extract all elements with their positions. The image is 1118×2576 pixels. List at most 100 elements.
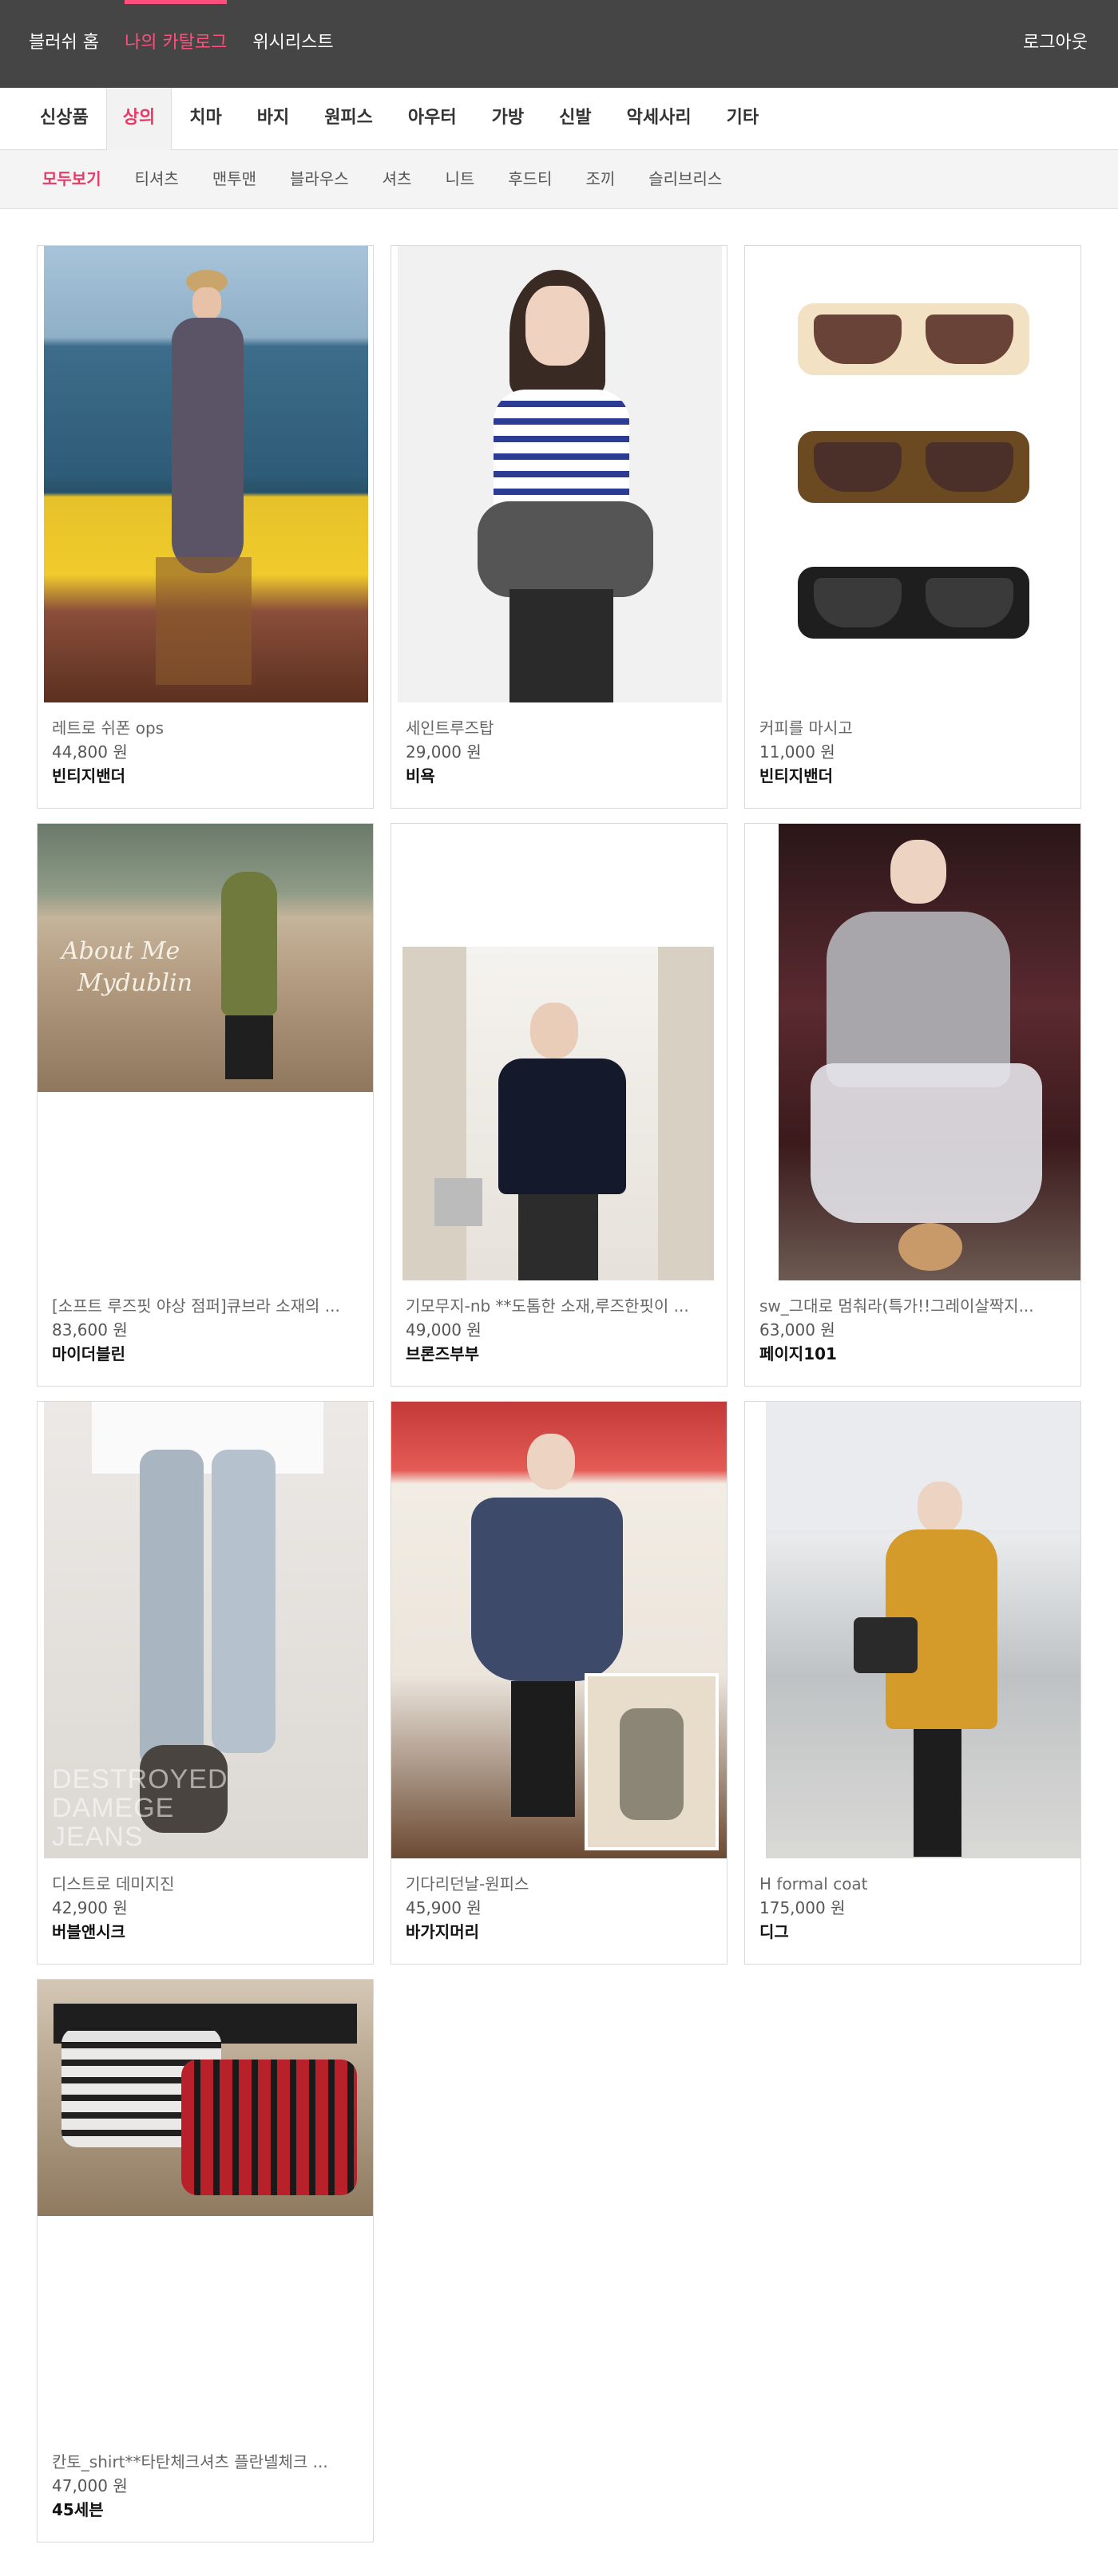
product-price: 44,800 원 [52,742,128,762]
jeans-leg-shape [140,1450,204,1769]
category-bar: 신상품 상의 치마 바지 원피스 아우터 가방 신발 악세사리 기타 [0,88,1118,150]
product-name[interactable]: 디스트로 데미지진 [52,1872,363,1896]
product-name[interactable]: 칸토_shirt**타탄체크셔츠 플란넬체크 ... [52,2450,363,2474]
product-card[interactable]: 기다리던날-원피스 45,900 원 바가지머리 [391,1401,727,1965]
shirt-shape [92,1402,323,1474]
product-shop[interactable]: 비욕 [406,764,717,788]
nav-my-catalog-link[interactable]: 나의 카탈로그 [124,0,228,88]
product-card[interactable]: 세인트루즈탑 29,000 원 비욕 [391,245,727,809]
jacket-shape [221,872,277,1015]
product-image[interactable] [44,246,368,702]
product-shop[interactable]: 빈티지밴더 [52,764,363,788]
dress-shape [471,1498,623,1681]
inset-photo [585,1673,719,1850]
sunglasses-black [798,567,1029,639]
face-shape [525,286,589,366]
product-card[interactable]: 칸토_shirt**타탄체크셔츠 플란넬체크 ... 47,000 원 45세븐 [37,1979,374,2542]
product-card[interactable]: 기모무지-nb **도톰한 소재,루즈한핏이 ... 49,000 원 브론즈부… [391,823,727,1387]
coffee-cup-shape [898,1223,962,1271]
top-navigation-bar: 블러쉬 홈 나의 카탈로그 위시리스트 로그아웃 [0,0,1118,88]
product-card[interactable]: 레트로 쉬폰 ops 44,800 원 빈티지밴더 [37,245,374,809]
curtain-shape [658,947,714,1280]
product-card[interactable]: About Me Mydublin [소프트 루즈핏 야상 점퍼]큐브라 소재의… [37,823,374,1387]
legs-shape [156,557,252,685]
face-shape [527,1434,575,1490]
sunglasses-cream [798,303,1029,375]
product-shop[interactable]: 45세븐 [52,2498,363,2522]
product-name[interactable]: 기다리던날-원피스 [406,1872,717,1896]
category-tops[interactable]: 상의 [105,88,172,150]
product-shop[interactable]: 마이더블린 [52,1342,363,1366]
product-name[interactable]: 레트로 쉬폰 ops [52,716,363,740]
nav-wishlist-link[interactable]: 위시리스트 [252,0,333,88]
category-outerwear[interactable]: 아우터 [391,88,474,150]
product-image[interactable] [398,246,722,702]
subcategory-hoodies[interactable]: 후드티 [491,150,569,209]
subcategory-sleeveless[interactable]: 슬리브리스 [632,150,739,209]
subcategory-sweatshirts[interactable]: 맨투맨 [196,150,273,209]
product-image[interactable]: About Me Mydublin [38,824,373,1092]
product-shop[interactable]: 페이지101 [759,1342,1071,1366]
subcategory-shirts[interactable]: 셔츠 [366,150,429,209]
knit-shape [827,912,1010,1087]
handbag-shape [854,1617,918,1673]
product-name[interactable]: 세인트루즈탑 [406,716,717,740]
product-price: 49,000 원 [406,1320,482,1339]
category-dresses[interactable]: 원피스 [307,88,391,150]
subcategory-all[interactable]: 모두보기 [26,150,118,209]
subcategory-bar: 모두보기 티셔츠 맨투맨 블라우스 셔츠 니트 후드티 조끼 슬리브리스 [0,150,1118,209]
product-image[interactable]: DESTROYED DAMEGE JEANS [44,1402,368,1858]
subcategory-knits[interactable]: 니트 [428,150,491,209]
category-bags[interactable]: 가방 [474,88,541,150]
pants-shape [509,589,613,702]
category-accessories[interactable]: 악세사리 [609,88,709,150]
boots-shape [225,1015,273,1079]
product-card[interactable]: H formal coat 175,000 원 디그 [744,1401,1081,1965]
product-card[interactable]: sw_그대로 멈춰라(특가!!그레이살짝지... 63,000 원 페이지101 [744,823,1081,1387]
product-shop[interactable]: 디그 [759,1920,1071,1944]
product-shop[interactable]: 브론즈부부 [406,1342,717,1366]
category-new[interactable]: 신상품 [22,88,106,150]
product-image[interactable] [779,824,1080,1280]
nav-home-link[interactable]: 블러쉬 홈 [29,0,99,88]
product-image[interactable] [38,1980,373,2216]
tulle-skirt-shape [811,1063,1042,1223]
product-name[interactable]: 기모무지-nb **도톰한 소재,루즈한핏이 ... [406,1294,717,1318]
product-image[interactable] [391,1402,727,1858]
product-image[interactable] [766,1402,1080,1858]
subcategory-vests[interactable]: 조끼 [569,150,632,209]
pants-shape [518,1194,598,1280]
product-price: 175,000 원 [759,1898,846,1917]
product-price: 45,900 원 [406,1898,482,1917]
sunglasses-tortoise [798,431,1029,503]
logout-link[interactable]: 로그아웃 [1023,0,1088,88]
category-skirts[interactable]: 치마 [172,88,239,150]
product-shop[interactable]: 바가지머리 [406,1920,717,1944]
product-image[interactable] [402,947,714,1280]
category-pants[interactable]: 바지 [240,88,307,150]
product-price: 42,900 원 [52,1898,128,1917]
legs-shape [914,1729,961,1857]
category-etc[interactable]: 기타 [709,88,776,150]
product-price: 63,000 원 [759,1320,835,1339]
product-name[interactable]: sw_그대로 멈춰라(특가!!그레이살짝지... [759,1294,1071,1318]
face-shape [192,287,221,319]
product-image[interactable] [751,246,1076,702]
product-name[interactable]: 커피를 마시고 [759,716,1071,740]
product-card[interactable]: DESTROYED DAMEGE JEANS 디스트로 데미지진 42,900 … [37,1401,374,1965]
face-shape [918,1482,962,1533]
product-shop[interactable]: 빈티지밴더 [759,764,1071,788]
product-shop[interactable]: 버블앤시크 [52,1920,363,1944]
product-name[interactable]: H formal coat [759,1872,1071,1896]
category-shoes[interactable]: 신발 [541,88,609,150]
product-name[interactable]: [소프트 루즈핏 야상 점퍼]큐브라 소재의 ... [52,1294,363,1318]
legs-shape [511,1681,575,1817]
product-card[interactable]: 커피를 마시고 11,000 원 빈티지밴더 [744,245,1081,809]
subcategory-tshirts[interactable]: 티셔츠 [118,150,196,209]
blouse-shape [498,1058,626,1194]
product-price: 83,600 원 [52,1320,128,1339]
subcategory-blouses[interactable]: 블라우스 [273,150,366,209]
product-price: 47,000 원 [52,2476,128,2495]
dress-shape [172,318,244,573]
curtain-shape [402,947,466,1280]
